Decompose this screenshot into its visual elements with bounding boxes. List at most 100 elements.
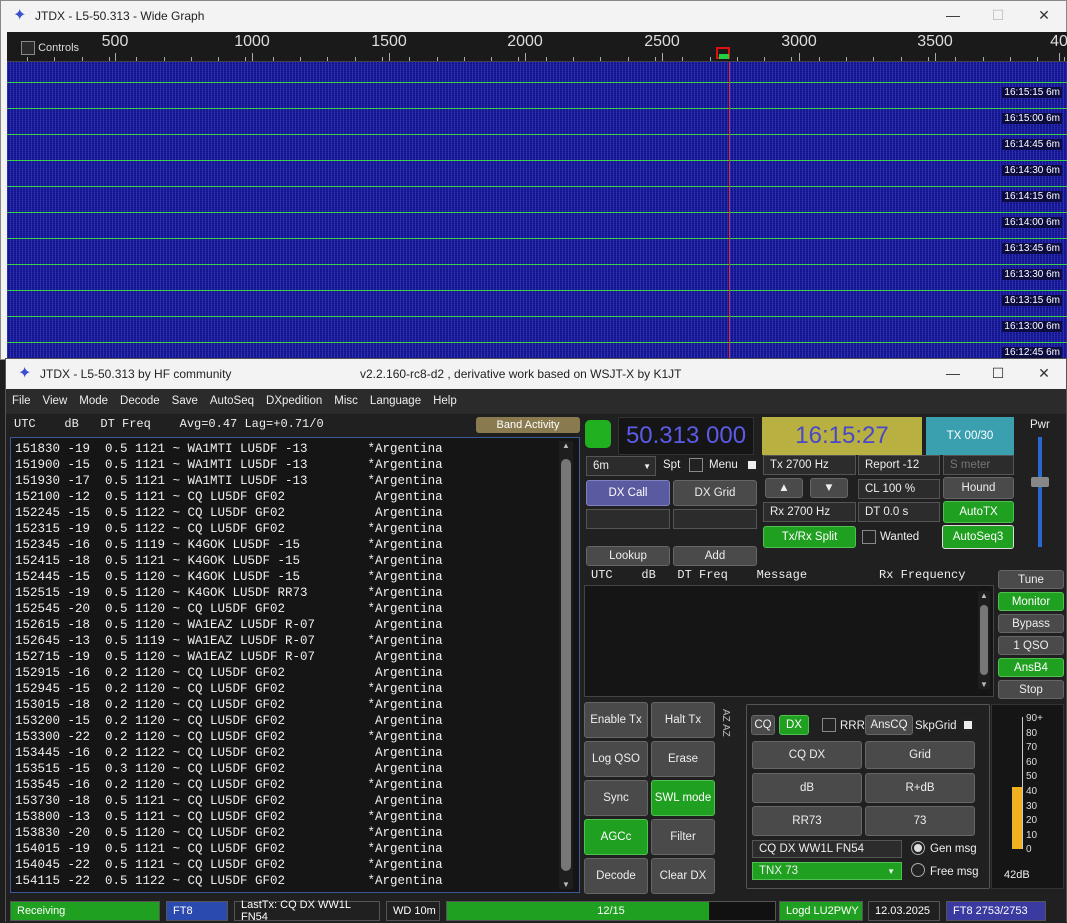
- tx-counter-button[interactable]: TX 00/30: [926, 417, 1014, 455]
- decode-row[interactable]: 154045 -22 0.5 1121 ~ CQ LU5DF GF02 *Arg…: [11, 857, 579, 873]
- autoseq3-button[interactable]: AutoSeq3: [942, 525, 1014, 549]
- rx-freq-field[interactable]: Rx 2700 Hz: [763, 502, 856, 522]
- band-activity-button[interactable]: Band Activity: [476, 417, 580, 433]
- s-meter-field[interactable]: S meter: [943, 455, 1014, 475]
- log-qso-button[interactable]: Log QSO: [584, 741, 648, 777]
- ansb4-button[interactable]: AnsB4: [998, 658, 1064, 677]
- decode-row[interactable]: 152915 -16 0.2 1120 ~ CQ LU5DF GF02 Arge…: [11, 665, 579, 681]
- cl-field[interactable]: CL 100 %: [858, 479, 940, 499]
- decode-row[interactable]: 151830 -19 0.5 1121 ~ WA1MTI LU5DF -13 *…: [11, 441, 579, 457]
- decode-row[interactable]: 154115 -22 0.5 1122 ~ CQ LU5DF GF02 *Arg…: [11, 873, 579, 889]
- menu-decode[interactable]: Decode: [114, 389, 166, 407]
- decode-row[interactable]: 153800 -13 0.5 1121 ~ CQ LU5DF GF02 *Arg…: [11, 809, 579, 825]
- tx-freq-field[interactable]: Tx 2700 Hz: [763, 455, 856, 475]
- menu-view[interactable]: View: [37, 389, 74, 407]
- decode-row[interactable]: 153200 -15 0.2 1120 ~ CQ LU5DF GF02 Arge…: [11, 713, 579, 729]
- decode-row[interactable]: 152445 -15 0.5 1120 ~ K4GOK LU5DF -15 *A…: [11, 569, 579, 585]
- gen-msg-radio[interactable]: [911, 841, 925, 855]
- dial-frequency[interactable]: 50.313 000: [618, 417, 754, 455]
- add-button[interactable]: Add: [673, 546, 757, 566]
- decode-row[interactable]: 153830 -20 0.5 1120 ~ CQ LU5DF GF02 *Arg…: [11, 825, 579, 841]
- enable-tx-button[interactable]: Enable Tx: [584, 702, 648, 738]
- decode-row[interactable]: 151900 -15 0.5 1121 ~ WA1MTI LU5DF -13 *…: [11, 457, 579, 473]
- txrx-split-button[interactable]: Tx/Rx Split: [763, 526, 856, 548]
- hound-button[interactable]: Hound: [943, 477, 1014, 499]
- scroll-up-icon[interactable]: ▲: [562, 441, 570, 450]
- frequency-ruler[interactable]: Controls 500 1000 1500 2000 2500 3000 3500 40: [7, 32, 1067, 62]
- decode-row[interactable]: 153515 -15 0.3 1120 ~ CQ LU5DF GF02 Arge…: [11, 761, 579, 777]
- power-slider[interactable]: [1038, 437, 1042, 547]
- decode-row[interactable]: 153300 -22 0.2 1120 ~ CQ LU5DF GF02 *Arg…: [11, 729, 579, 745]
- scroll-up-icon[interactable]: ▲: [980, 591, 988, 600]
- rrr-checkbox[interactable]: [822, 718, 836, 732]
- decode-row[interactable]: 152615 -18 0.5 1120 ~ WA1EAZ LU5DF R-07 …: [11, 617, 579, 633]
- free-msg-radio[interactable]: [911, 863, 925, 877]
- waterfall[interactable]: 16:15:15 6m 16:15:00 6m 16:14:45 6m 16:14:3…: [7, 62, 1067, 361]
- maximize-icon[interactable]: ☐: [983, 365, 1013, 382]
- decode-row[interactable]: 152945 -15 0.2 1120 ~ CQ LU5DF GF02 *Arg…: [11, 681, 579, 697]
- decode-row[interactable]: 151930 -17 0.5 1121 ~ WA1MTI LU5DF -13 *…: [11, 473, 579, 489]
- menu-language[interactable]: Language: [364, 389, 427, 407]
- rx-marker[interactable]: [719, 54, 729, 59]
- gen-msg-input[interactable]: CQ DX WW1L FN54: [752, 840, 902, 858]
- decode-row[interactable]: 152645 -13 0.5 1119 ~ WA1EAZ LU5DF R-07 …: [11, 633, 579, 649]
- menu-checkbox[interactable]: [745, 458, 759, 472]
- bypass-button[interactable]: Bypass: [998, 614, 1064, 633]
- power-slider-handle[interactable]: [1031, 477, 1049, 487]
- agcc-button[interactable]: AGCc: [584, 819, 648, 855]
- sync-button[interactable]: Sync: [584, 780, 648, 816]
- decode-row[interactable]: 152315 -19 0.5 1122 ~ CQ LU5DF GF02 *Arg…: [11, 521, 579, 537]
- band-select[interactable]: 6m ▼: [586, 456, 656, 476]
- one-qso-button[interactable]: 1 QSO: [998, 636, 1064, 655]
- anscq-button[interactable]: AnsCQ: [865, 715, 913, 735]
- dt-field[interactable]: DT 0.0 s: [858, 502, 940, 522]
- minimize-icon[interactable]: —: [938, 365, 968, 381]
- rx-frequency-pane[interactable]: [584, 585, 994, 697]
- decode-row[interactable]: 153015 -18 0.2 1120 ~ CQ LU5DF GF02 *Arg…: [11, 697, 579, 713]
- controls-checkbox[interactable]: Controls: [21, 41, 79, 55]
- scroll-down-icon[interactable]: ▼: [562, 880, 570, 889]
- decode-row[interactable]: 154015 -19 0.5 1121 ~ CQ LU5DF GF02 *Arg…: [11, 841, 579, 857]
- decode-button[interactable]: Decode: [584, 858, 648, 894]
- report-field[interactable]: Report -12: [858, 455, 940, 475]
- stop-button[interactable]: Stop: [998, 680, 1064, 699]
- tune-button[interactable]: Tune: [998, 570, 1064, 589]
- menu-autoseq[interactable]: AutoSeq: [204, 389, 260, 407]
- dx-grid-button[interactable]: DX Grid: [673, 480, 757, 506]
- scroll-down-icon[interactable]: ▼: [980, 680, 988, 689]
- close-icon[interactable]: ✕: [1029, 7, 1059, 24]
- decode-row[interactable]: 152415 -18 0.5 1121 ~ K4GOK LU5DF -15 *A…: [11, 553, 579, 569]
- dx-call-input[interactable]: [586, 509, 670, 529]
- monitor-button[interactable]: Monitor: [998, 592, 1064, 611]
- decode-row[interactable]: 153545 -16 0.2 1120 ~ CQ LU5DF GF02 *Arg…: [11, 777, 579, 793]
- 73-msg-button[interactable]: 73: [865, 806, 975, 836]
- decode-row[interactable]: 152100 -12 0.5 1121 ~ CQ LU5DF GF02 Arge…: [11, 489, 579, 505]
- decode-row[interactable]: 153730 -18 0.5 1121 ~ CQ LU5DF GF02 Arge…: [11, 793, 579, 809]
- swl-mode-button[interactable]: SWL mode: [651, 780, 715, 816]
- menu-file[interactable]: File: [6, 389, 37, 407]
- decode-row[interactable]: 153445 -16 0.2 1122 ~ CQ LU5DF GF02 Arge…: [11, 745, 579, 761]
- dx-call-button[interactable]: DX Call: [586, 480, 670, 506]
- skpgrid-checkbox[interactable]: [961, 718, 975, 732]
- menu-dxpedition[interactable]: DXpedition: [260, 389, 328, 407]
- decode-row[interactable]: 152715 -19 0.5 1120 ~ WA1EAZ LU5DF R-07 …: [11, 649, 579, 665]
- free-msg-select[interactable]: TNX 73 ▼: [752, 862, 902, 880]
- cq-button[interactable]: CQ: [751, 715, 775, 735]
- decode-row[interactable]: 152345 -16 0.5 1119 ~ K4GOK LU5DF -15 *A…: [11, 537, 579, 553]
- menu-save[interactable]: Save: [166, 389, 204, 407]
- r-db-msg-button[interactable]: R+dB: [865, 773, 975, 803]
- spt-checkbox[interactable]: [689, 458, 703, 472]
- menu-mode[interactable]: Mode: [73, 389, 114, 407]
- halt-tx-button[interactable]: Halt Tx: [651, 702, 715, 738]
- cq-dx-msg-button[interactable]: CQ DX: [752, 741, 862, 769]
- decode-scroll-thumb[interactable]: [561, 459, 571, 871]
- close-icon[interactable]: ✕: [1029, 365, 1059, 382]
- clear-dx-button[interactable]: Clear DX: [651, 858, 715, 894]
- autotx-button[interactable]: AutoTX: [943, 501, 1014, 523]
- lookup-button[interactable]: Lookup: [586, 546, 670, 566]
- minimize-icon[interactable]: —: [938, 7, 968, 23]
- band-activity-pane[interactable]: 151830 -19 0.5 1121 ~ WA1MTI LU5DF -13 *…: [10, 437, 580, 893]
- decode-row[interactable]: 152245 -15 0.5 1122 ~ CQ LU5DF GF02 Arge…: [11, 505, 579, 521]
- menu-misc[interactable]: Misc: [328, 389, 364, 407]
- rx-pane-scrollbar[interactable]: ▲ ▼: [978, 591, 990, 689]
